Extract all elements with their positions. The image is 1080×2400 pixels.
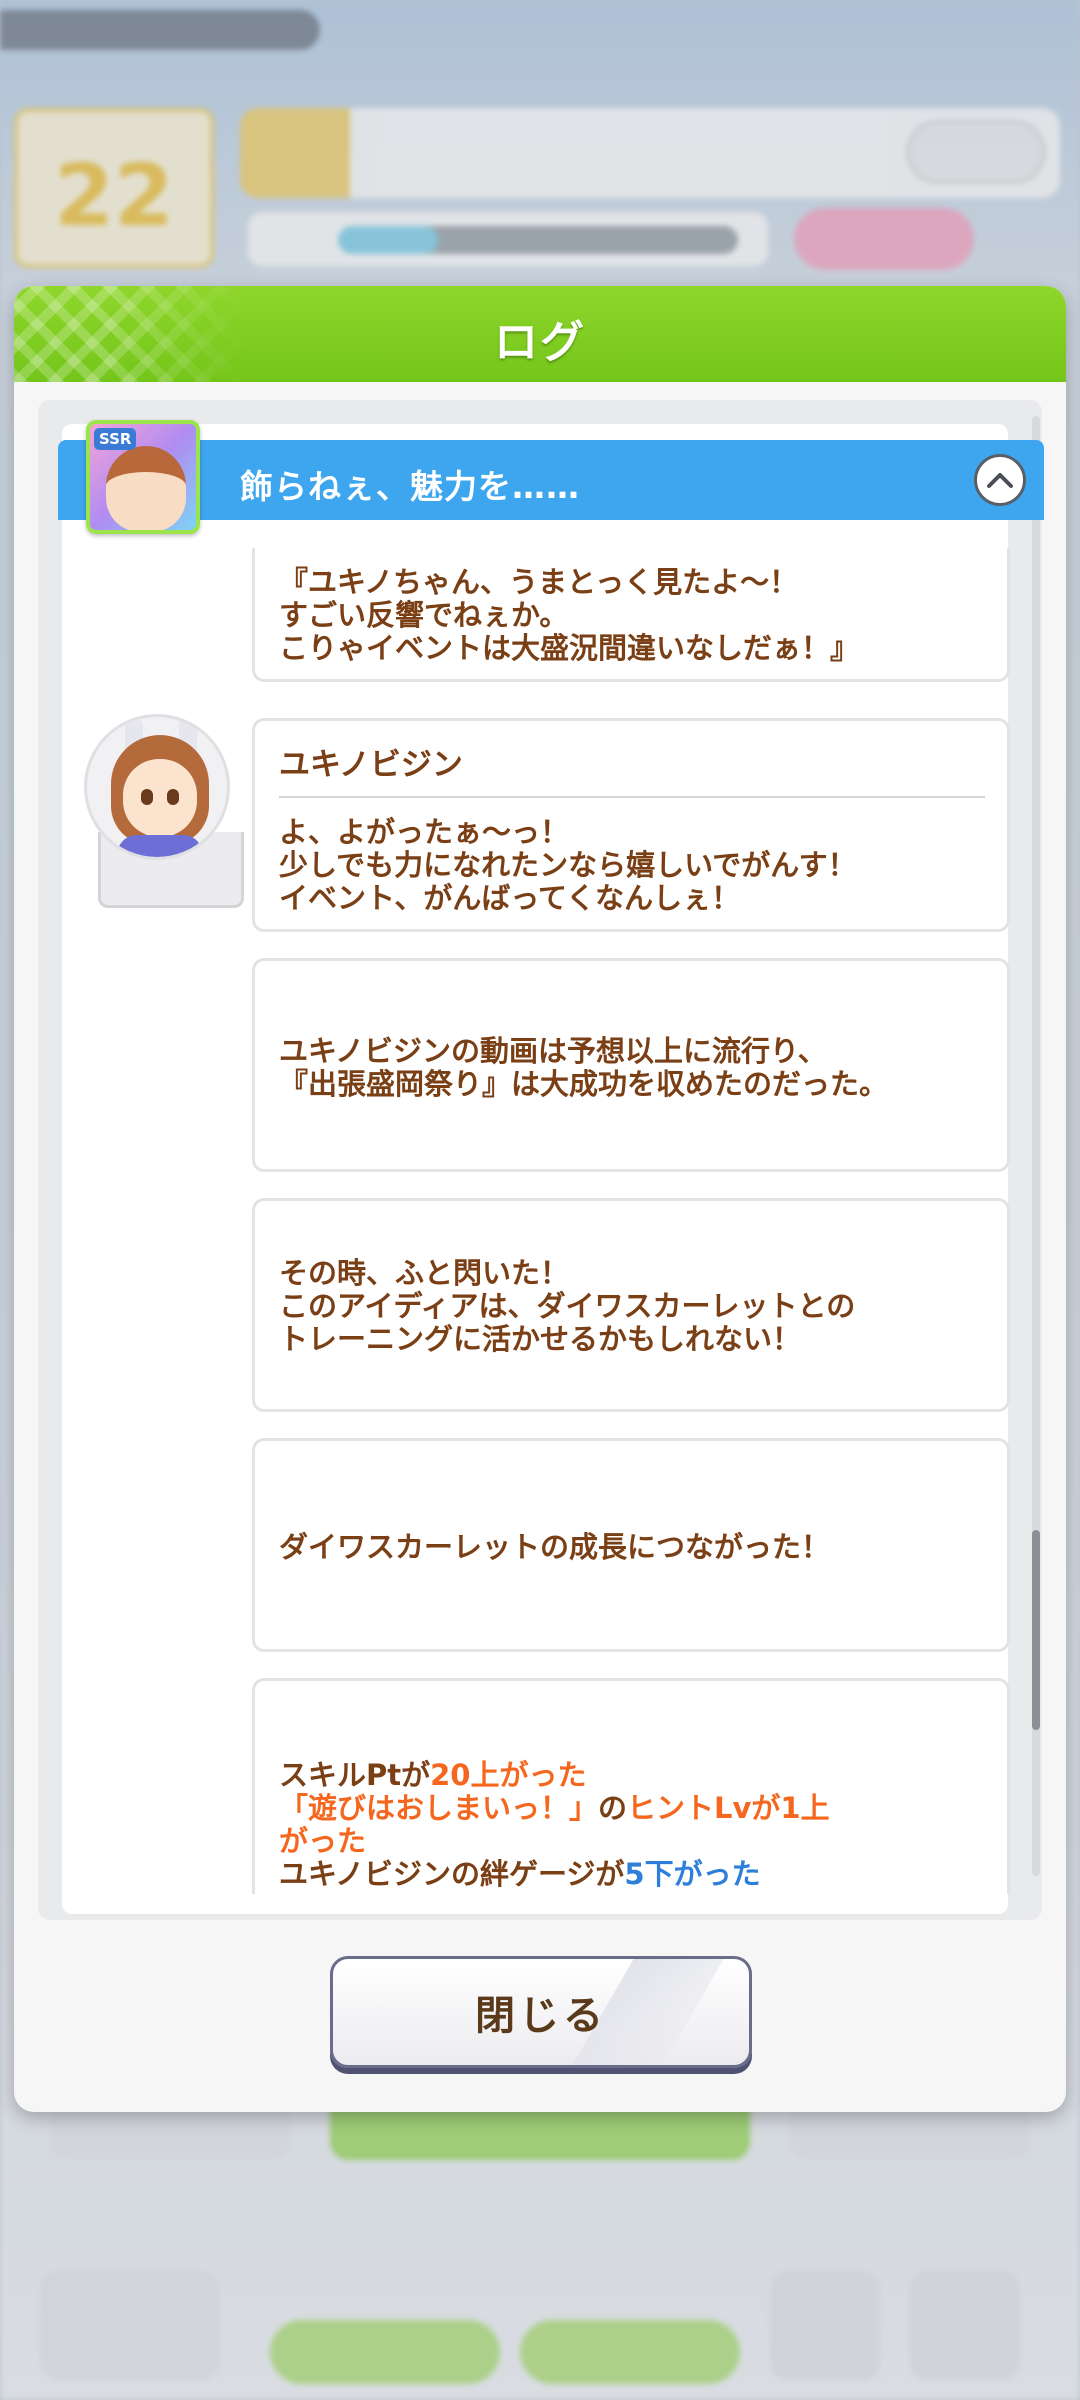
log-dialog: ログ 『ユキノちゃん、うまとっく見たよ～！ すごい反響でねぇか。 こりゃイベント… <box>14 286 1066 2112</box>
skill-pt-value: 20上がった <box>430 1758 587 1792</box>
log-entry-dialogue: ユキノビジン よ、よがったぁ～っ！ 少しでも力になれたンなら嬉しいでがんす！ イ… <box>252 718 1010 932</box>
speaker-avatar <box>84 714 230 860</box>
hint-value: ヒントLvが1上 <box>627 1791 830 1825</box>
dialog-header: ログ <box>14 286 1066 382</box>
entry-text: 『ユキノちゃん、うまとっく見たよ～！ すごい反響でねぇか。 こりゃイベントは大盛… <box>279 565 860 665</box>
event-title-bar[interactable]: 飾らねぇ、魅力を…… <box>58 440 1044 520</box>
skill-pt-label: スキルPtが <box>279 1758 431 1792</box>
log-entry: 『ユキノちゃん、うまとっく見たよ～！ すごい反響でねぇか。 こりゃイベントは大盛… <box>252 548 1010 682</box>
entry-text: その時、ふと閃いた！ このアイディアは、ダイワスカーレットとの トレーニングに活… <box>279 1256 856 1356</box>
bond-value: 5下がった <box>624 1857 761 1891</box>
result-text: スキルPtが20上がった 「遊びはおしまいっ！」のヒントLvが1上 がった ユキ… <box>279 1759 979 1891</box>
scrollbar-thumb[interactable] <box>1032 1530 1040 1730</box>
log-entry-clip: スキルPtが20上がった 「遊びはおしまいっ！」のヒントLvが1上 がった ユキ… <box>252 1678 1010 1894</box>
entry-text: ダイワスカーレットの成長につながった！ <box>279 1530 831 1564</box>
entry-text: ユキノビジンの動画は予想以上に流行り、 『出張盛岡祭り』は大成功を収めたのだった… <box>279 1034 889 1101</box>
rarity-badge: SSR <box>94 428 137 450</box>
hint-value-cont: がった <box>279 1824 367 1858</box>
close-button[interactable]: 閉じる <box>330 1956 752 2068</box>
collapse-button[interactable] <box>974 454 1026 506</box>
log-entry: ダイワスカーレットの成長につながった！ <box>252 1438 1010 1652</box>
event-title: 飾らねぇ、魅力を…… <box>240 467 580 506</box>
dialog-title: ログ <box>494 317 586 368</box>
close-button-label: 閉じる <box>475 1993 607 2039</box>
skill-connector: の <box>598 1791 628 1825</box>
chevron-up-icon <box>987 473 1013 488</box>
bond-label: ユキノビジンの絆ゲージが <box>279 1857 625 1891</box>
skill-name: 「遊びはおしまいっ！」 <box>279 1791 599 1825</box>
support-card-thumbnail: SSR <box>86 420 200 534</box>
name-divider <box>279 796 985 798</box>
log-entry: その時、ふと閃いた！ このアイディアは、ダイワスカーレットとの トレーニングに活… <box>252 1198 1010 1412</box>
log-entry: ユキノビジンの動画は予想以上に流行り、 『出張盛岡祭り』は大成功を収めたのだった… <box>252 958 1010 1172</box>
speaker-name: ユキノビジン <box>279 747 463 783</box>
log-entry-result: スキルPtが20上がった 「遊びはおしまいっ！」のヒントLvが1上 がった ユキ… <box>252 1678 1010 1894</box>
entry-text: よ、よがったぁ～っ！ 少しでも力になれたンなら嬉しいでがんす！ イベント、がんば… <box>279 815 857 915</box>
